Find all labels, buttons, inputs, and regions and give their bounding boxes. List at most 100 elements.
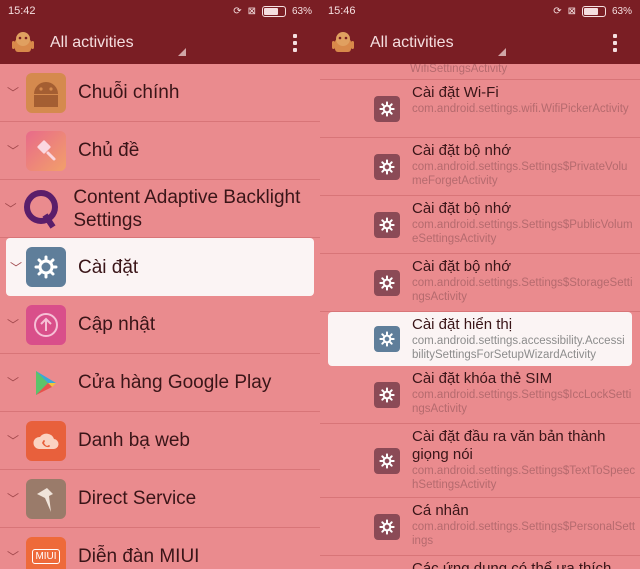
battery-icon (261, 5, 286, 17)
activity-class: com.android.settings.Settings$PersonalSe… (412, 521, 636, 547)
app-item[interactable]: ﹀ Chủ đề (0, 122, 320, 180)
activity-label: Cài đặt bộ nhớ (412, 200, 512, 217)
rotate-icon: ⟳ (553, 5, 562, 17)
app-item-label: Chuỗi chính (78, 82, 180, 103)
status-icons: ⟳ ⊠ 63% (553, 5, 632, 17)
app-item-label: Cài đặt (78, 256, 139, 278)
chevron-down-icon: ﹀ (6, 434, 19, 448)
activity-item[interactable]: Cá nhân com.android.settings.Settings$Per… (320, 498, 640, 556)
cloud-contacts-icon (26, 420, 66, 461)
app-item-label: Chủ đề (78, 140, 140, 161)
activity-list: WifiSettingsActivity Cài đặt Wi-Fi com.an… (320, 64, 640, 569)
more-options-icon[interactable] (292, 34, 298, 52)
update-arrow-icon (26, 304, 66, 345)
activity-class: com.android.settings.Settings$IccLockSet… (412, 389, 632, 415)
activity-item[interactable]: Cài đặt bộ nhớ com.android.settings.Setti… (320, 254, 640, 312)
qualcomm-icon (21, 189, 61, 229)
chevron-down-icon: ﹀ (6, 318, 19, 332)
activity-item[interactable]: Cài đặt bộ nhớ com.android.settings.Setti… (320, 196, 640, 254)
chevron-down-icon: ﹀ (9, 260, 22, 275)
gear-icon (374, 153, 400, 180)
activity-item[interactable]: Cài đặt Wi-Fi com.android.settings.wifi.W… (320, 80, 640, 138)
activity-class: com.android.settings.Settings$PrivateVol… (412, 161, 628, 187)
hummingbird-icon (26, 478, 66, 519)
app-item-label: Diễn đàn MIUI (78, 546, 200, 567)
gear-icon (374, 95, 400, 122)
activity-launcher-icon[interactable] (330, 30, 356, 56)
left-screen: 15:42 ⟳ ⊠ 63% All activities ﹀ Chuỗi chí… (0, 0, 320, 569)
chevron-down-icon: ﹀ (6, 550, 19, 564)
app-item-selected[interactable]: ﹀ Cài đặt (6, 238, 314, 296)
activity-label: Cài đặt đầu ra văn bản thành giọng nói (412, 428, 606, 463)
activity-launcher-icon[interactable] (10, 30, 36, 56)
app-item[interactable]: ﹀ Cập nhật (0, 296, 320, 354)
activity-label: Cài đặt hiển thị (412, 316, 513, 333)
activity-label: Cá nhân (412, 502, 469, 519)
rotate-icon: ⟳ (233, 5, 242, 17)
activity-label: Cài đặt Wi-Fi (412, 84, 499, 101)
miui-logo: MIUI (32, 549, 60, 564)
gear-icon (374, 269, 400, 296)
battery-percent: 63% (291, 5, 312, 17)
activity-filter-dropdown[interactable]: All activities (370, 34, 612, 52)
activity-label: Cài đặt bộ nhớ (412, 258, 512, 275)
right-screen: 15:46 ⟳ ⊠ 63% All activities WifiSetting… (320, 0, 640, 569)
battery-icon (581, 5, 606, 17)
miui-forum-icon: MIUI (26, 536, 66, 569)
chevron-down-icon: ﹀ (6, 376, 19, 390)
theme-brush-icon (26, 130, 66, 171)
status-bar: 15:42 ⟳ ⊠ 63% (0, 0, 320, 22)
dropdown-arrow-icon (178, 48, 186, 56)
gear-icon (374, 326, 400, 352)
activity-label: Các ứng dụng có thể ưa thích (412, 560, 612, 569)
more-options-icon[interactable] (612, 34, 618, 52)
app-item[interactable]: ﹀ Content Adaptive Backlight Settings (0, 180, 320, 238)
gear-icon (26, 247, 66, 287)
app-list: ﹀ Chuỗi chính ﹀ Chủ đề ﹀ Content Adaptiv… (0, 64, 320, 569)
activity-item-partial[interactable]: Các ứng dụng có thể ưa thích (320, 556, 640, 569)
app-item-label: Cập nhật (78, 314, 156, 335)
chevron-down-icon: ﹀ (6, 492, 19, 506)
activity-class: com.android.settings.Settings$PublicVolu… (412, 219, 633, 245)
app-item-label: Cửa hàng Google Play (78, 372, 272, 393)
app-item-label: Direct Service (78, 488, 197, 509)
activity-class: com.android.settings.Settings$StorageSet… (412, 277, 633, 303)
app-item[interactable]: ﹀ MIUI Diễn đàn MIUI (0, 528, 320, 569)
gear-icon (374, 381, 400, 408)
activity-label: Cài đặt bộ nhớ (412, 142, 512, 159)
chevron-down-icon: ﹀ (6, 144, 19, 158)
app-item[interactable]: ﹀ Direct Service (0, 470, 320, 528)
app-item-label: Content Adaptive Backlight Settings (73, 186, 301, 231)
no-sim-icon: ⊠ (567, 5, 576, 17)
chevron-down-icon: ﹀ (6, 86, 19, 100)
no-sim-icon: ⊠ (247, 5, 256, 17)
activity-class: WifiSettingsActivity (410, 64, 508, 75)
activity-filter-dropdown[interactable]: All activities (50, 34, 292, 52)
activity-class: com.android.settings.accessibility.Acces… (412, 335, 625, 361)
activity-item-selected[interactable]: Cài đặt hiển thị com.android.settings.acc… (328, 312, 632, 366)
activity-item[interactable]: Cài đặt bộ nhớ com.android.settings.Setti… (320, 138, 640, 196)
gear-icon (374, 211, 400, 238)
app-item-label: Danh bạ web (78, 430, 190, 451)
activity-label: Cài đặt khóa thẻ SIM (412, 370, 553, 387)
status-bar: 15:46 ⟳ ⊠ 63% (320, 0, 640, 22)
status-time: 15:42 (8, 5, 36, 17)
activity-class: com.android.settings.Settings$TextToSpee… (412, 465, 636, 491)
gear-icon (374, 513, 400, 540)
dropdown-arrow-icon (498, 48, 506, 56)
activity-item[interactable]: Cài đặt đầu ra văn bản thành giọng nói co… (320, 424, 640, 498)
app-bar: All activities (320, 22, 640, 64)
battery-percent: 63% (611, 5, 632, 17)
gear-icon (374, 447, 400, 474)
app-item[interactable]: ﹀ Chuỗi chính (0, 64, 320, 122)
play-store-icon (26, 363, 66, 403)
activity-item[interactable]: Cài đặt khóa thẻ SIM com.android.settings… (320, 366, 640, 424)
android-icon (26, 72, 66, 113)
app-item[interactable]: ﹀ Cửa hàng Google Play (0, 354, 320, 412)
app-item[interactable]: ﹀ Danh bạ web (0, 412, 320, 470)
chevron-down-icon: ﹀ (4, 202, 17, 216)
activity-item-partial[interactable]: WifiSettingsActivity (320, 64, 640, 80)
status-time: 15:46 (328, 5, 356, 17)
activity-class: com.android.settings.wifi.WifiPickerActi… (412, 103, 629, 115)
app-bar: All activities (0, 22, 320, 64)
